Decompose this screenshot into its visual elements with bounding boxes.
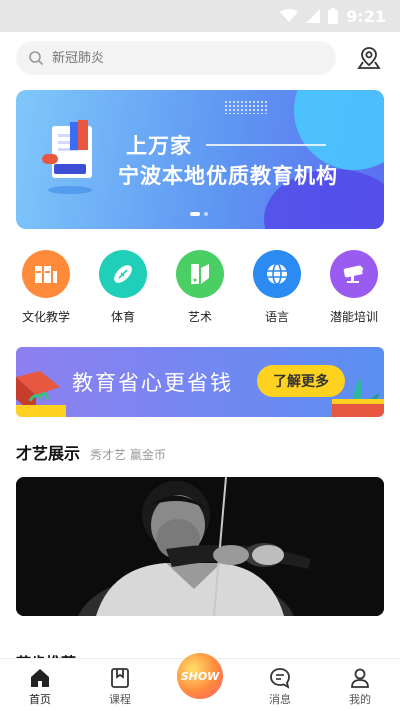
banner-decor-circle	[294, 90, 384, 170]
palette-icon	[176, 250, 224, 298]
promo-banner[interactable]: 教育省心更省钱 了解更多	[16, 347, 384, 417]
user-icon	[351, 668, 369, 688]
section-subtitle: 秀才艺 赢金币	[90, 448, 166, 462]
signal-icon	[306, 9, 321, 23]
hero-banner[interactable]: 上万家 宁波本地优质教育机构	[16, 90, 384, 229]
tab-label: 课程	[109, 693, 131, 706]
tab-profile[interactable]: 我的	[320, 659, 400, 711]
category-label: 文化教学	[21, 310, 70, 324]
status-bar: 9:21	[0, 0, 400, 32]
books-illustration-icon	[42, 120, 92, 194]
message-icon	[270, 668, 290, 689]
category-potential[interactable]: 潜能培训	[316, 250, 392, 325]
location-pin-icon	[357, 47, 381, 69]
tab-courses[interactable]: 课程	[80, 659, 160, 711]
carousel-dot-active	[190, 212, 200, 216]
tab-home[interactable]: 首页	[0, 659, 80, 711]
section-title: 才艺展示	[16, 444, 81, 463]
show-label: SHOW	[180, 669, 220, 683]
tab-messages[interactable]: 消息	[240, 659, 320, 711]
plant-decor-icon	[332, 377, 384, 417]
category-grid: 文化教学 体育 艺术 语言 潜能培训	[8, 250, 392, 325]
search-input[interactable]	[52, 50, 302, 66]
location-button[interactable]	[354, 43, 384, 73]
category-language[interactable]: 语言	[239, 250, 315, 325]
wifi-icon	[280, 9, 299, 22]
category-label: 语言	[264, 310, 289, 324]
status-time: 9:21	[346, 6, 386, 26]
home-icon	[31, 669, 49, 687]
tab-show[interactable]: SHOW	[160, 653, 240, 711]
banner-decor-dots	[224, 100, 268, 114]
category-label: 艺术	[187, 310, 212, 324]
category-label: 体育	[110, 310, 135, 324]
globe-icon	[253, 250, 301, 298]
search-box[interactable]	[16, 41, 336, 75]
carousel-dot	[204, 212, 208, 216]
tab-label: 我的	[349, 693, 371, 706]
tab-label: 消息	[269, 693, 291, 706]
bookmark-icon	[111, 668, 129, 688]
battery-icon	[328, 8, 339, 24]
violin-player-image	[16, 477, 384, 616]
category-culture[interactable]: 文化教学	[8, 250, 84, 325]
category-sports[interactable]: 体育	[85, 250, 161, 325]
camera-icon	[330, 250, 378, 298]
bottom-tab-bar: 首页 课程 SHOW 消息 我的	[0, 653, 400, 711]
carousel-indicator	[190, 212, 208, 216]
rugby-ball-icon	[99, 250, 147, 298]
book-decor-icon	[16, 371, 66, 417]
tab-label: 首页	[29, 693, 51, 706]
promo-text: 教育省心更省钱	[72, 371, 233, 395]
category-label: 潜能培训	[329, 310, 378, 324]
talent-video-card[interactable]	[16, 477, 384, 616]
talent-section-header: 才艺展示 秀才艺 赢金币	[16, 440, 166, 464]
banner-subheadline: 宁波本地优质教育机构	[118, 164, 338, 188]
search-row	[16, 40, 384, 76]
show-icon: SHOW	[177, 653, 223, 699]
category-art[interactable]: 艺术	[162, 250, 238, 325]
banner-divider	[206, 144, 326, 146]
book-grid-icon	[22, 250, 70, 298]
banner-headline: 上万家	[126, 134, 192, 158]
search-icon	[29, 51, 44, 66]
